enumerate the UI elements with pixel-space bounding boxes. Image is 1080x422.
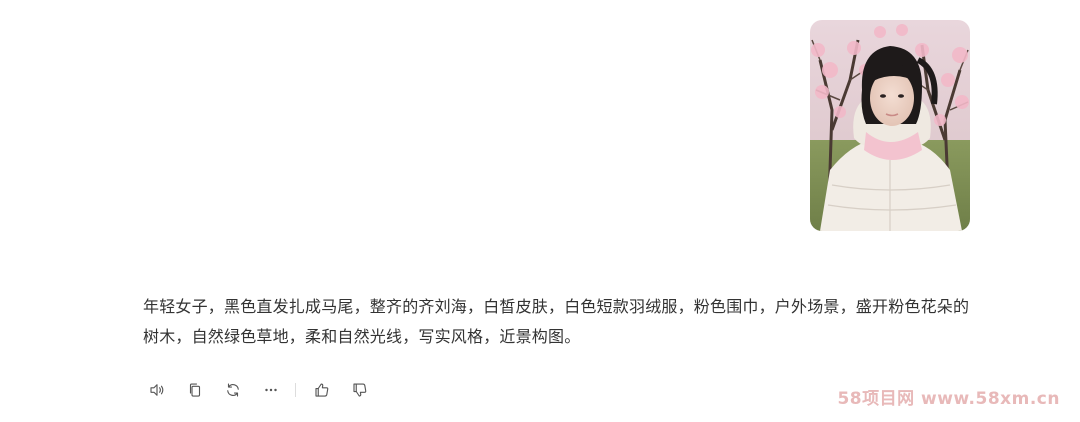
photo-illustration (810, 20, 970, 231)
thumbs-down-icon (353, 383, 367, 397)
more-icon (265, 388, 277, 392)
regenerate-button[interactable] (219, 376, 247, 404)
speaker-icon (150, 384, 164, 396)
like-button[interactable] (308, 376, 336, 404)
copy-button[interactable] (181, 376, 209, 404)
site-watermark: 58项目网 www.58xm.cn (837, 389, 1060, 409)
dislike-button[interactable] (346, 376, 374, 404)
uploaded-photo[interactable] (810, 20, 970, 231)
regenerate-icon (227, 383, 239, 397)
thumbs-up-icon (315, 383, 329, 397)
read-aloud-button[interactable] (143, 376, 171, 404)
assistant-reply-text: 年轻女子，黑色直发扎成马尾，整齐的齐刘海，白皙皮肤，白色短款羽绒服，粉色围巾，户… (143, 299, 970, 346)
toolbar-divider (295, 383, 296, 397)
message-action-toolbar (143, 376, 384, 404)
copy-icon (189, 383, 201, 397)
more-options-button[interactable] (257, 376, 285, 404)
